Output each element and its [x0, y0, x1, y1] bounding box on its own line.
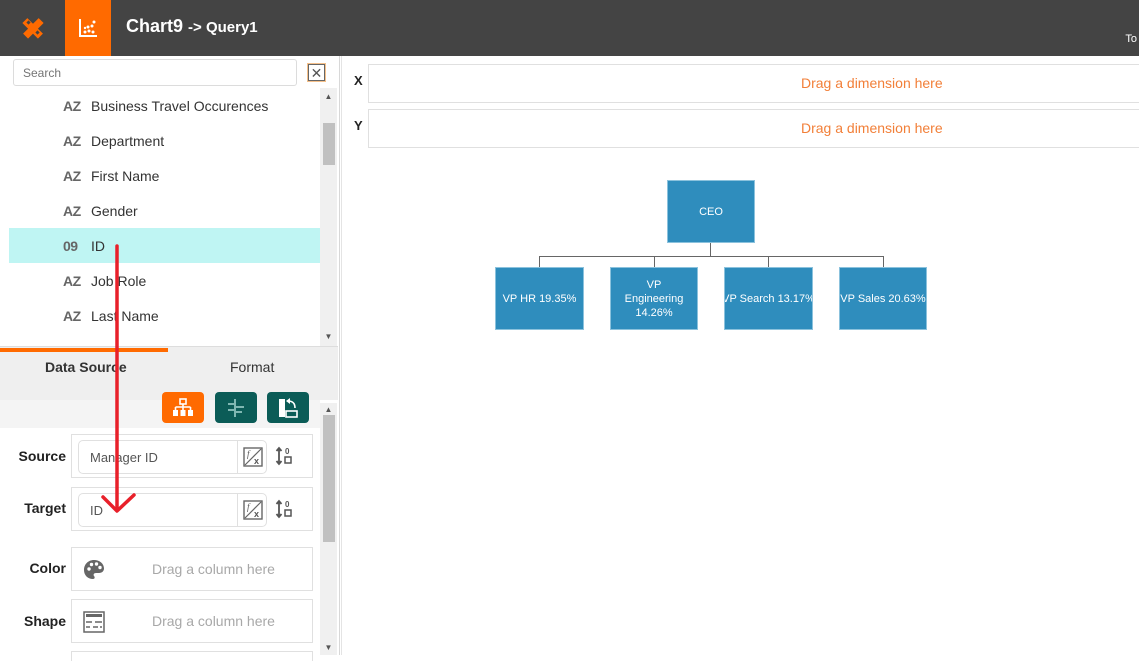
target-field: ID f x 0	[71, 487, 313, 531]
color-drop-zone[interactable]: Drag a column here	[71, 547, 313, 591]
field-item[interactable]: AZ Department	[9, 123, 320, 158]
field-list-scrollbar[interactable]: ▲ ▼	[320, 88, 337, 346]
palette-icon	[84, 560, 104, 579]
field-label: Gender	[91, 202, 138, 219]
text-type-icon: AZ	[63, 167, 81, 184]
field-label: Business Travel Occurences	[91, 97, 269, 114]
sort-icon[interactable]: 0	[275, 499, 295, 519]
scatter-chart-icon	[79, 19, 97, 37]
field-item-selected[interactable]: 09 ID	[9, 228, 320, 263]
app-logo[interactable]	[0, 0, 65, 56]
field-item[interactable]: AZ First Name	[9, 158, 320, 193]
left-panel: ✕ AZ Business Travel Occurences AZ Depar…	[0, 56, 340, 661]
color-label: Color	[29, 560, 66, 576]
scrollbar-thumb[interactable]	[323, 415, 335, 542]
org-node-root[interactable]: CEO	[667, 180, 755, 243]
source-formula-button[interactable]: f x	[237, 440, 267, 474]
swap-orientation-button[interactable]	[267, 392, 309, 423]
query-name: -> Query1	[188, 19, 258, 36]
rotate-layout-icon	[279, 397, 298, 418]
align-button[interactable]	[215, 392, 257, 423]
text-type-icon: AZ	[63, 132, 81, 149]
svg-text:0: 0	[285, 500, 290, 509]
scroll-up-icon[interactable]: ▲	[320, 90, 337, 104]
target-formula-button[interactable]: f x	[237, 493, 267, 527]
page-title: Chart9 -> Query1	[126, 16, 258, 37]
text-type-icon: AZ	[63, 202, 81, 219]
field-label: Department	[91, 132, 165, 149]
org-chart: CEO VP HR 19.35% VP Engineering 14.26% V…	[342, 56, 1139, 655]
shape-icon	[83, 611, 105, 633]
color-placeholder: Drag a column here	[152, 561, 275, 577]
field-item[interactable]: AZ Last Name	[9, 298, 320, 333]
numeric-type-icon: 09	[63, 237, 78, 254]
svg-text:x: x	[254, 456, 259, 466]
shape-drop-zone[interactable]: Drag a column here	[71, 599, 313, 643]
source-label: Source	[18, 448, 66, 464]
formula-fx-icon: f x	[242, 447, 263, 467]
org-node[interactable]: VP Search 13.17%	[724, 267, 813, 330]
connector-line	[654, 256, 655, 267]
chart-name: Chart9	[126, 16, 184, 36]
field-label: ID	[91, 237, 105, 254]
connector-line	[883, 256, 884, 267]
svg-text:0: 0	[285, 447, 290, 456]
text-type-icon: AZ	[63, 97, 81, 114]
shape-placeholder: Drag a column here	[152, 613, 275, 629]
field-item[interactable]: AZ Gender	[9, 193, 320, 228]
svg-text:x: x	[254, 509, 259, 519]
org-node[interactable]: VP HR 19.35%	[495, 267, 584, 330]
clear-search-button[interactable]: ✕	[308, 64, 325, 81]
field-item[interactable]: AZ Manager ID	[9, 333, 320, 347]
org-chart-icon	[173, 397, 193, 416]
chart-type-button[interactable]	[65, 0, 111, 56]
source-field: Manager ID f x 0	[71, 434, 313, 478]
org-node[interactable]: VP Engineering 14.26%	[610, 267, 698, 330]
field-label: Job Role	[91, 272, 147, 289]
sort-icon[interactable]: 0	[275, 446, 295, 466]
target-label: Target	[24, 500, 66, 516]
field-item[interactable]: AZ Business Travel Occurences	[9, 88, 320, 123]
connector-line	[768, 256, 769, 267]
active-tab-indicator	[0, 348, 168, 352]
search-input[interactable]	[13, 59, 297, 86]
scroll-down-icon[interactable]: ▼	[320, 330, 337, 344]
connector-line	[539, 256, 884, 257]
header-right-text[interactable]: To	[1125, 33, 1137, 45]
tab-data-source[interactable]: Data Source	[45, 359, 127, 375]
pencil-ruler-icon	[21, 18, 44, 39]
field-item[interactable]: AZ Job Role	[9, 263, 320, 298]
text-type-icon: AZ	[63, 272, 81, 289]
scroll-down-icon[interactable]: ▼	[320, 641, 337, 655]
data-source-scrollbar[interactable]: ▲ ▼	[320, 403, 337, 655]
next-drop-zone[interactable]	[71, 651, 313, 661]
close-icon: ✕	[310, 64, 323, 81]
scrollbar-thumb[interactable]	[323, 123, 335, 165]
formula-fx-icon: f x	[242, 500, 263, 520]
connector-line	[539, 256, 540, 267]
data-source-panel: Source Manager ID f x 0 Target ID f x 0 …	[0, 392, 320, 661]
text-type-icon: AZ	[63, 307, 81, 324]
chart-area: X Drag a dimension here Y Drag a dimensi…	[341, 56, 1139, 655]
field-list: AZ Business Travel Occurences AZ Departm…	[9, 88, 320, 346]
app-header: Chart9 -> Query1 To	[0, 0, 1139, 56]
connector-line	[710, 243, 711, 256]
tab-format[interactable]: Format	[230, 359, 274, 375]
field-label: Last Name	[91, 307, 159, 324]
hierarchy-button[interactable]	[162, 392, 204, 423]
align-icon	[228, 398, 244, 417]
shape-label: Shape	[23, 613, 66, 629]
field-label: First Name	[91, 167, 160, 184]
org-node[interactable]: VP Sales 20.63%	[839, 267, 927, 330]
